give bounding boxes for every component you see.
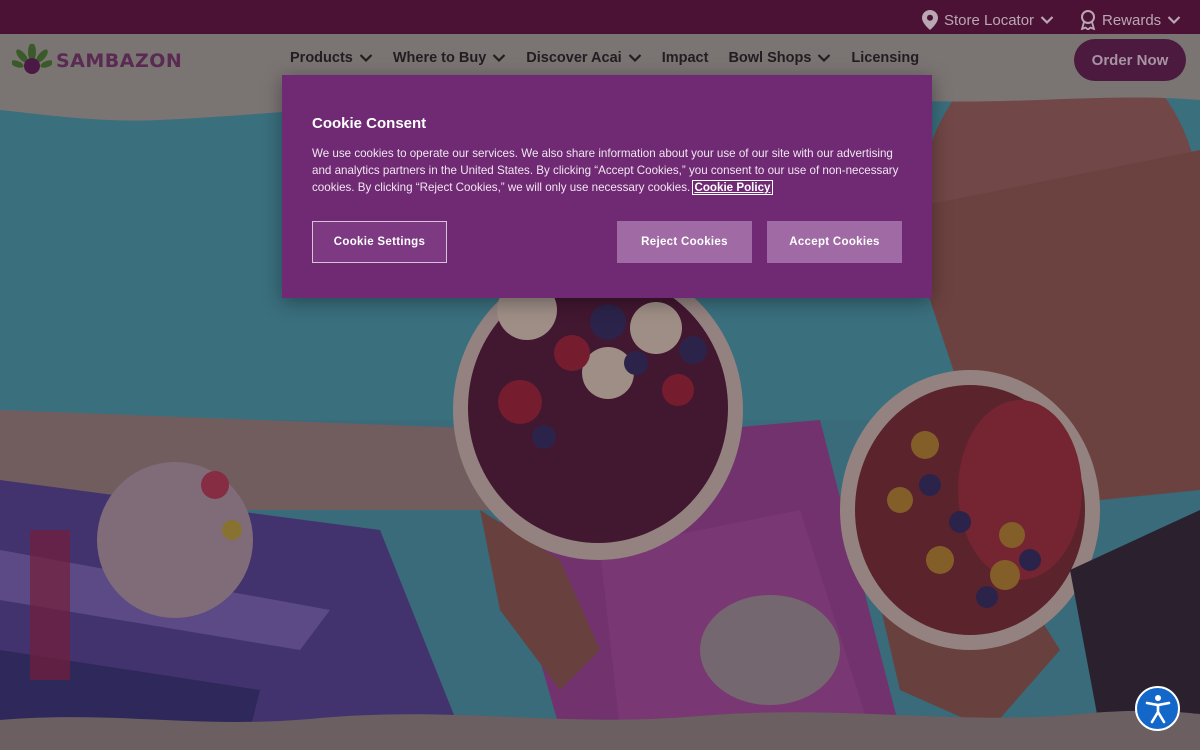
bottom-wave-divider: [0, 710, 1200, 750]
accept-cookies-button[interactable]: Accept Cookies: [767, 221, 902, 263]
cookie-dialog-title: Cookie Consent: [312, 115, 427, 132]
chevron-down-icon: [1167, 16, 1181, 25]
cookie-body-text: We use cookies to operate our services. …: [312, 147, 899, 194]
sambazon-logo[interactable]: SAMBAZON: [12, 44, 182, 78]
cookie-policy-link[interactable]: Cookie Policy: [692, 180, 773, 195]
store-locator-label: Store Locator: [944, 11, 1035, 29]
reject-cookies-button[interactable]: Reject Cookies: [617, 221, 752, 263]
nav-item-label: Where to Buy: [392, 50, 487, 66]
nav-item-label: Discover Acai: [526, 50, 622, 66]
order-now-button[interactable]: Order Now: [1074, 39, 1186, 81]
nav-item-label: Bowl Shops: [728, 50, 812, 66]
chevron-down-icon: [818, 54, 831, 63]
brand-name: SAMBAZON: [56, 50, 183, 72]
award-ribbon-icon: [1080, 10, 1096, 30]
accessibility-person-icon: [1145, 694, 1170, 723]
cookie-dialog-body: We use cookies to operate our services. …: [312, 145, 902, 196]
map-pin-icon: [922, 10, 938, 30]
nav-item-label: Impact: [661, 50, 709, 66]
nav-item-impact[interactable]: Impact: [662, 50, 709, 66]
nav-item-label: Licensing: [851, 50, 920, 66]
nav-item-discover-acai[interactable]: Discover Acai: [526, 50, 641, 66]
chevron-down-icon: [493, 54, 506, 63]
store-locator-link[interactable]: Store Locator: [922, 10, 1054, 30]
nav-item-licensing[interactable]: Licensing: [851, 50, 919, 66]
nav-item-bowl-shops[interactable]: Bowl Shops: [728, 50, 831, 66]
chevron-down-icon: [628, 54, 641, 63]
acai-leaf-logo-icon: [12, 44, 52, 74]
rewards-label: Rewards: [1102, 11, 1162, 29]
chevron-down-icon: [1040, 16, 1054, 25]
chevron-down-icon: [359, 54, 373, 63]
cookie-consent-dialog: Cookie Consent We use cookies to operate…: [282, 75, 932, 298]
nav-item-where-to-buy[interactable]: Where to Buy: [393, 50, 506, 66]
nav-item-label: Products: [290, 50, 353, 66]
rewards-link[interactable]: Rewards: [1080, 10, 1181, 30]
accessibility-button[interactable]: [1135, 686, 1180, 731]
nav-item-products[interactable]: Products: [290, 50, 373, 66]
cookie-settings-button[interactable]: Cookie Settings: [312, 221, 447, 263]
